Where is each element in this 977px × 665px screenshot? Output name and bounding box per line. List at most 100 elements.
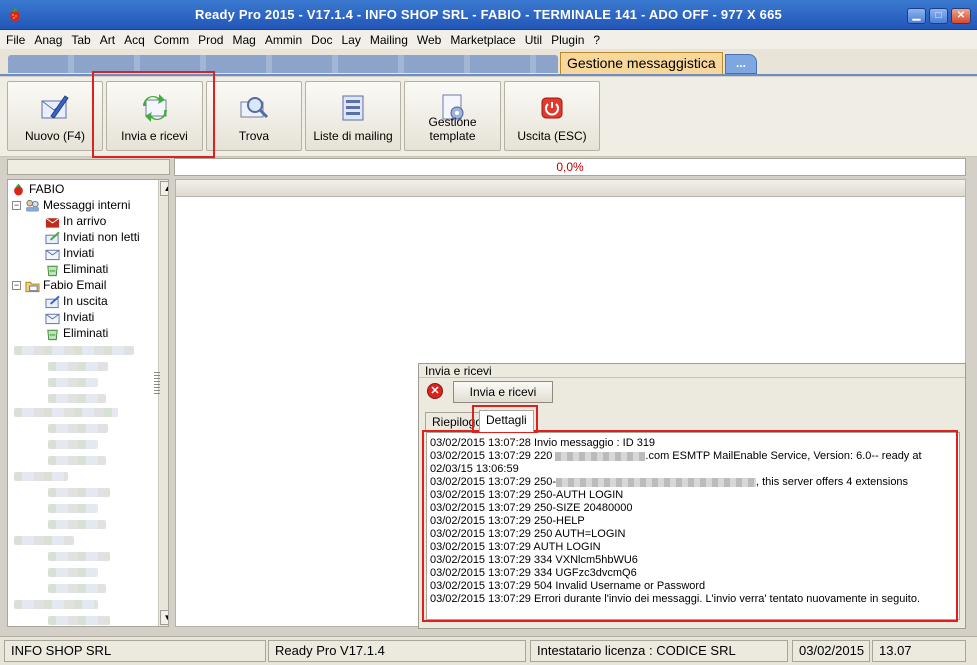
- tree-fabio-email[interactable]: Fabio Email: [25, 277, 106, 293]
- blurred-tabs[interactable]: [8, 55, 558, 73]
- menu-item-plugin[interactable]: Plugin: [551, 33, 584, 47]
- tree-item-in-arrivo[interactable]: In arrivo: [45, 213, 106, 229]
- tree-root-label: FABIO: [29, 182, 65, 196]
- template-button[interactable]: Gestione template: [404, 81, 501, 151]
- tab-gestione-messaggistica[interactable]: Gestione messaggistica: [560, 52, 723, 74]
- mailing-list-button[interactable]: Liste di mailing: [305, 81, 401, 151]
- scroll-thumb[interactable]: [160, 197, 168, 609]
- menu-item-ammin[interactable]: Ammin: [265, 33, 302, 47]
- exit-button[interactable]: Uscita (ESC): [504, 81, 600, 151]
- tree-root[interactable]: FABIO: [11, 181, 64, 197]
- close-button[interactable]: ✕: [951, 8, 971, 24]
- tree-item-eliminati[interactable]: Eliminati: [45, 325, 108, 341]
- trash-icon: [47, 329, 58, 340]
- menu-item--[interactable]: ?: [593, 33, 600, 47]
- menu-item-tab[interactable]: Tab: [71, 33, 90, 47]
- blurred-tree-row: [48, 440, 98, 449]
- highlight-send-receive: [92, 71, 215, 158]
- new-button[interactable]: Nuovo (F4): [7, 81, 103, 151]
- progress-bar: 0,0%: [174, 158, 966, 176]
- panel-send-receive-button[interactable]: Invia e ricevi: [453, 381, 553, 403]
- blurred-tree-row: [14, 472, 68, 481]
- menu-item-prod[interactable]: Prod: [198, 33, 223, 47]
- menu-item-web[interactable]: Web: [417, 33, 441, 47]
- scroll-up-icon[interactable]: ▲: [160, 181, 168, 196]
- exit-icon: [541, 97, 563, 119]
- blurred-tree-row: [48, 520, 106, 529]
- title-bar: Ready Pro 2015 - V17.1.4 - INFO SHOP SRL…: [0, 0, 977, 30]
- panel-title: Invia e ricevi: [425, 364, 492, 378]
- tree-header-strip: [7, 159, 170, 175]
- collapse-icon[interactable]: −: [12, 201, 21, 210]
- blurred-tree-row: [48, 568, 98, 577]
- blurred-tree-row: [48, 424, 108, 433]
- tree-fabio-email-label: Fabio Email: [43, 278, 107, 292]
- blurred-tree-row: [14, 536, 74, 545]
- find-icon: [240, 97, 269, 119]
- find-button[interactable]: Trova: [206, 81, 302, 151]
- collapse-icon[interactable]: −: [12, 281, 21, 290]
- blurred-tree-row: [48, 504, 98, 513]
- menu-item-art[interactable]: Art: [100, 33, 115, 47]
- menu-item-mailing[interactable]: Mailing: [370, 33, 408, 47]
- maximize-button[interactable]: □: [929, 8, 948, 24]
- blurred-tree-row: [14, 600, 98, 609]
- tree-internal-messages[interactable]: Messaggi interni: [25, 197, 130, 213]
- new-button-label: Nuovo (F4): [24, 129, 86, 143]
- tree-item-inviati[interactable]: Inviati: [45, 245, 94, 261]
- tree-item-label: Inviati: [63, 246, 95, 260]
- sent-icon: [45, 249, 60, 260]
- tree-item-label: Inviati: [63, 310, 95, 324]
- blurred-tree-row: [48, 378, 98, 387]
- blurred-tree-row: [14, 408, 118, 417]
- mail-folder-icon: [25, 281, 40, 292]
- folder-tree: FABIO − Messaggi interni In arrivo Invia…: [7, 179, 169, 627]
- tree-item-label: In arrivo: [63, 214, 107, 228]
- tree-item-eliminati[interactable]: Eliminati: [45, 261, 108, 277]
- blurred-tree-row: [48, 616, 110, 625]
- highlight-details-log: [422, 430, 958, 622]
- list-header: [175, 179, 966, 197]
- tree-item-inviati[interactable]: Inviati: [45, 309, 94, 325]
- more-tabs-button[interactable]: ...: [725, 54, 757, 74]
- unread-sent-icon: [45, 231, 60, 244]
- sent-icon: [45, 313, 60, 324]
- tree-item-label: In uscita: [63, 294, 108, 308]
- template-button-label: Gestione template: [428, 115, 477, 143]
- minimize-button[interactable]: ▁: [907, 8, 926, 24]
- status-version: Ready Pro V17.1.4: [268, 640, 526, 662]
- menu-item-marketplace[interactable]: Marketplace: [450, 33, 515, 47]
- menu-item-comm[interactable]: Comm: [154, 33, 189, 47]
- error-icon[interactable]: ✕: [427, 383, 443, 399]
- new-message-icon: [41, 95, 69, 119]
- menu-item-mag[interactable]: Mag: [232, 33, 255, 47]
- tree-item-label: Inviati non letti: [63, 230, 140, 244]
- menu-item-lay[interactable]: Lay: [342, 33, 361, 47]
- mailing-list-button-label: Liste di mailing: [313, 129, 393, 143]
- menu-item-acq[interactable]: Acq: [124, 33, 145, 47]
- blurred-tree-row: [48, 394, 106, 403]
- tree-item-inviati-non-letti[interactable]: Inviati non letti: [45, 229, 140, 245]
- people-icon: [25, 199, 40, 212]
- inbox-icon: [45, 217, 60, 228]
- strawberry-icon: [14, 183, 23, 196]
- blurred-tree-row: [48, 488, 110, 497]
- menu-item-file[interactable]: File: [6, 33, 25, 47]
- tree-item-label: Eliminati: [63, 326, 109, 340]
- status-bar: INFO SHOP SRL Ready Pro V17.1.4 Intestat…: [0, 636, 977, 665]
- outbox-icon: [45, 295, 60, 308]
- find-button-label: Trova: [238, 129, 270, 143]
- tree-item-in-uscita[interactable]: In uscita: [45, 293, 108, 309]
- blurred-tree-row: [48, 362, 108, 371]
- menu-item-anag[interactable]: Anag: [34, 33, 62, 47]
- splitter-grip[interactable]: [154, 372, 160, 394]
- status-time: 13.07: [872, 640, 966, 662]
- scroll-down-icon[interactable]: ▼: [160, 610, 168, 625]
- panel-divider: [419, 377, 965, 378]
- menu-item-doc[interactable]: Doc: [311, 33, 332, 47]
- tree-scrollbar[interactable]: ▲ ▼: [158, 180, 168, 626]
- tab-dettagli[interactable]: Dettagli: [479, 410, 534, 432]
- tree-item-label: Eliminati: [63, 262, 109, 276]
- menu-bar: File Anag Tab Art Acq Comm Prod Mag Ammin Doc Lay M…: [0, 30, 977, 49]
- menu-item-util[interactable]: Util: [525, 33, 542, 47]
